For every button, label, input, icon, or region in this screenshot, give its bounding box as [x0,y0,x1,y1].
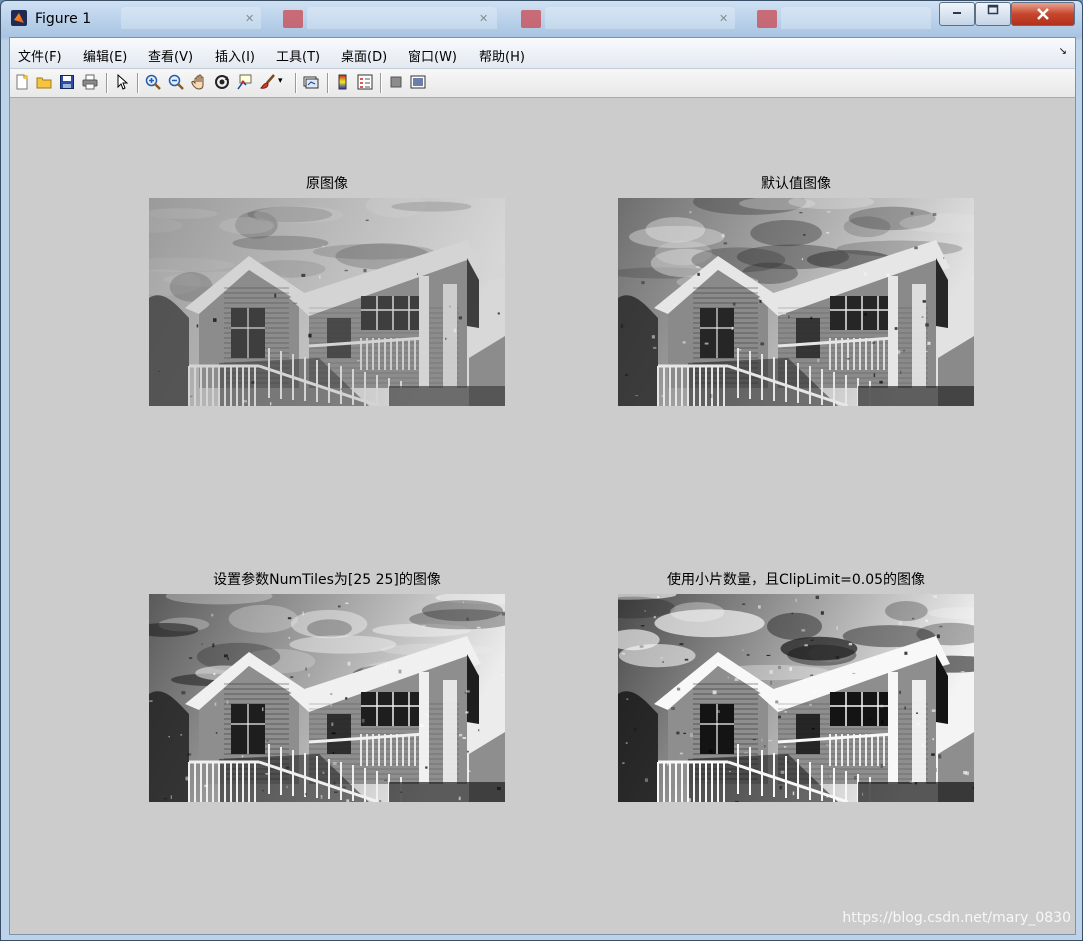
rotate-icon[interactable] [214,74,230,90]
menu-tools[interactable]: 工具(T) [276,46,320,65]
maximize-icon [987,4,999,15]
menu-edit[interactable]: 编辑(E) [83,46,127,65]
axes-title-cliplimit: 使用小片数量，且ClipLimit=0.05的图像 [666,572,926,588]
open-icon[interactable] [36,74,52,90]
menu-insert[interactable]: 插入(I) [215,46,255,65]
hide-plot-tools-icon[interactable] [388,74,404,90]
menu-help[interactable]: 帮助(H) [479,46,525,65]
show-plot-tools-icon[interactable] [410,74,426,90]
zoom-out-icon[interactable] [168,74,184,90]
axes-title-original: 原图像 [306,176,348,192]
save-icon[interactable] [59,74,75,90]
menu-desktop[interactable]: 桌面(D) [341,46,387,65]
chevron-icon[interactable]: ↘ [1059,46,1067,57]
minimize-button[interactable] [939,2,975,26]
menu-bar: 文件(F) 编辑(E) 查看(V) 插入(I) 工具(T) 桌面(D) 窗口(W… [10,38,1075,69]
axes-title-numtiles: 设置参数NumTiles为[25 25]的图像 [213,572,441,588]
axes-title-default: 默认值图像 [761,176,831,192]
colorbar-icon[interactable] [335,74,351,90]
figure-client-area: 文件(F) 编辑(E) 查看(V) 插入(I) 工具(T) 桌面(D) 窗口(W… [9,37,1076,935]
menu-view[interactable]: 查看(V) [148,46,193,65]
window-title: Figure 1 [35,11,92,27]
background-taskbar-ghost: ✕ ✕ ✕ [121,7,941,29]
image-default [618,198,974,406]
image-cliplimit [618,594,974,802]
print-icon[interactable] [82,74,98,90]
legend-icon[interactable] [357,74,373,90]
figure-toolbar: ▾ [10,69,1075,98]
close-icon [1037,8,1049,20]
maximize-button[interactable] [975,2,1011,26]
image-numtiles [149,594,505,802]
menu-window[interactable]: 窗口(W) [408,46,457,65]
zoom-in-icon[interactable] [145,74,161,90]
data-cursor-icon[interactable] [237,74,253,90]
new-figure-icon[interactable] [14,74,30,90]
figure-canvas: 原图像 默认值图像 设置参数NumTiles为[25 25]的图像 使用小片数量… [10,98,1075,934]
pointer-icon[interactable] [114,74,130,90]
title-bar[interactable]: ✕ ✕ ✕ Figure 1 [1,1,1082,37]
image-original [149,198,505,406]
watermark: https://blog.csdn.net/mary_0830 [842,910,1071,926]
close-button[interactable] [1011,2,1075,26]
minimize-icon [953,12,961,14]
house-photo [618,198,974,406]
house-photo [149,198,505,406]
house-photo [149,594,505,802]
brush-dropdown-icon[interactable]: ▾ [278,76,294,92]
pan-icon[interactable] [191,74,207,90]
brush-icon[interactable] [260,74,276,90]
menu-file[interactable]: 文件(F) [18,46,62,65]
link-icon[interactable] [303,74,319,90]
house-photo [618,594,974,802]
figure-window: ✕ ✕ ✕ Figure 1 文件(F) 编辑(E) 查看(V) 插入(I) 工… [0,0,1083,941]
matlab-icon [11,10,27,26]
